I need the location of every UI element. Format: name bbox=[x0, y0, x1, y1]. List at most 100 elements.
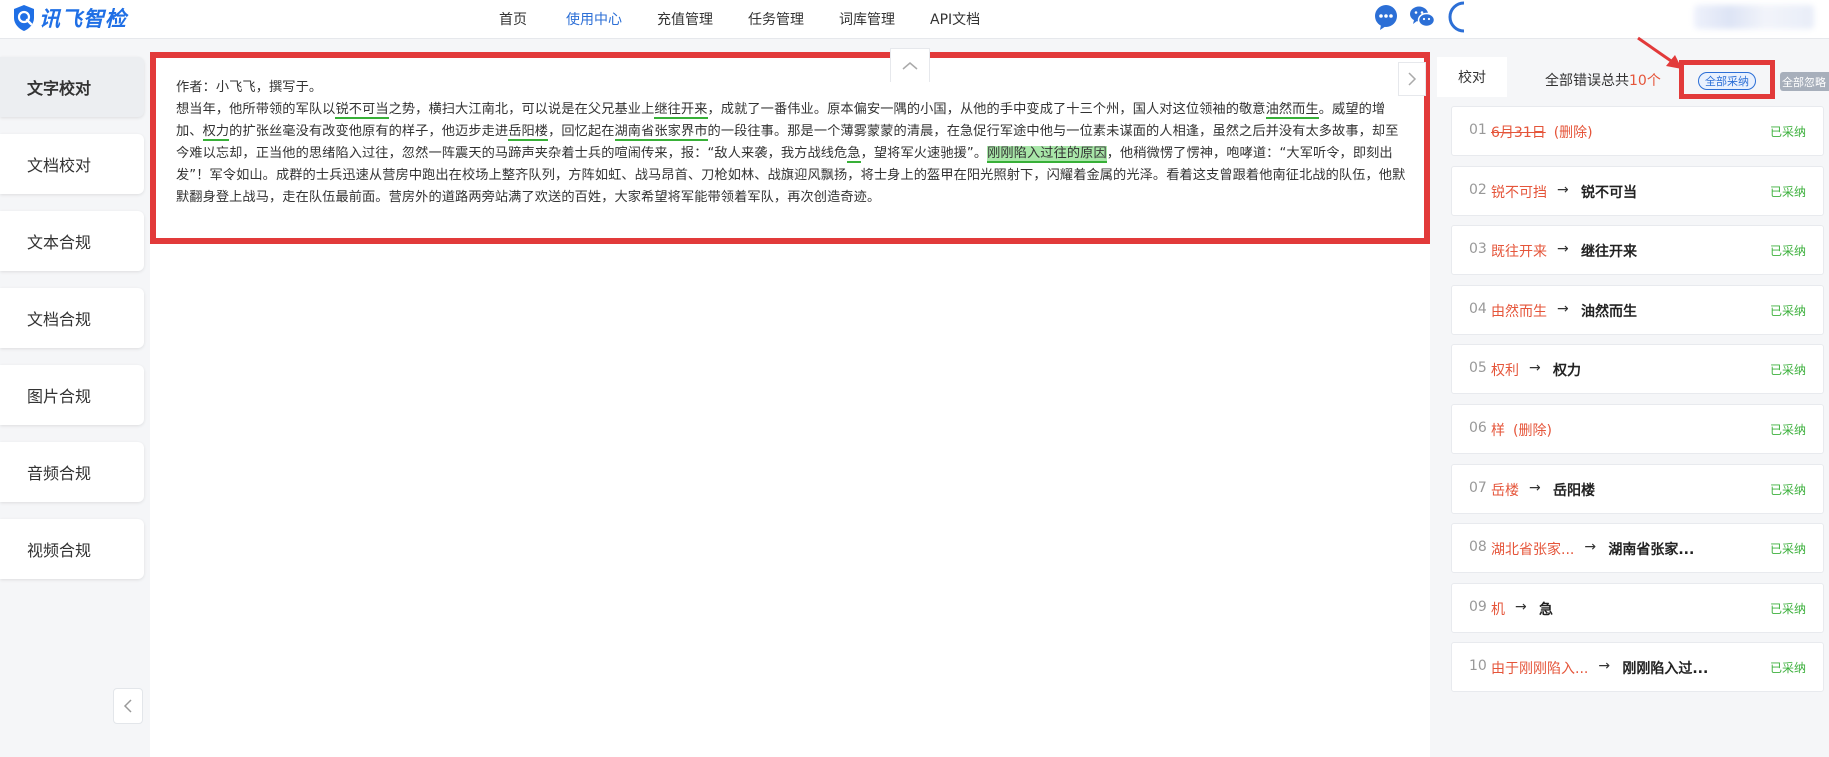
corrected-word[interactable]: 岳阳楼 bbox=[508, 124, 549, 141]
nav-api-docs[interactable]: API文档 bbox=[930, 9, 980, 29]
arrow-right-icon: → bbox=[1514, 598, 1527, 615]
collapse-up-button[interactable] bbox=[890, 48, 930, 82]
chat-bubble-icon[interactable] bbox=[1372, 3, 1400, 31]
error-card[interactable]: 06 样 (删除) 已采纳 bbox=[1451, 404, 1824, 454]
status-badge: 已采纳 bbox=[1769, 482, 1806, 497]
chevron-right-icon bbox=[1408, 72, 1417, 86]
text-editor[interactable]: 作者：小飞飞，撰写于。 想当年，他所带领的军队以锐不可当之势，横扫大江南北，可以说… bbox=[150, 52, 1430, 244]
sidebar-item-video-compliance[interactable]: 视频合规 bbox=[0, 519, 144, 579]
brand-name: 讯飞智检 bbox=[39, 7, 127, 31]
arrow-right-icon: → bbox=[1556, 181, 1569, 198]
sidebar-item-text-compliance[interactable]: 文本合规 bbox=[0, 211, 144, 271]
brand-logo[interactable]: 讯飞智检 bbox=[12, 2, 127, 34]
error-original: 6月31日 bbox=[1491, 125, 1546, 141]
error-card[interactable]: 10 由于刚刚陷入... → 刚刚陷入过... 已采纳 bbox=[1451, 642, 1824, 693]
status-badge: 已采纳 bbox=[1769, 125, 1806, 139]
error-original: 湖北省张家... bbox=[1491, 542, 1575, 559]
sidebar-item-label: 文本合规 bbox=[27, 233, 92, 252]
expand-right-button[interactable] bbox=[1398, 62, 1426, 96]
arrow-right-icon: → bbox=[1528, 479, 1541, 496]
error-number: 05 bbox=[1469, 360, 1487, 377]
text-span: 作者：小飞飞，撰写于。 bbox=[176, 80, 323, 95]
sidebar-item-doc-compliance[interactable]: 文档合规 bbox=[0, 288, 144, 348]
error-card[interactable]: 05 权利 → 权力 已采纳 bbox=[1451, 344, 1824, 395]
error-card[interactable]: 07 岳楼 → 岳阳楼 已采纳 bbox=[1451, 463, 1824, 514]
sidebar-item-text-proofread[interactable]: 文字校对 bbox=[0, 57, 144, 117]
sidebar-item-label: 文字校对 bbox=[27, 79, 92, 98]
error-number: 10 bbox=[1469, 658, 1487, 675]
error-original: 由然而生 bbox=[1491, 303, 1547, 320]
text-span: ，回忆起在 bbox=[548, 124, 615, 139]
error-card[interactable]: 08 湖北省张家... → 湖南省张家... 已采纳 bbox=[1451, 523, 1824, 574]
tab-proofread[interactable]: 校对 bbox=[1437, 57, 1507, 97]
nav-tasks[interactable]: 任务管理 bbox=[748, 9, 804, 29]
error-number: 02 bbox=[1469, 181, 1487, 198]
error-card[interactable]: 03 既往开来 → 继往开来 已采纳 bbox=[1451, 225, 1824, 276]
sidebar-item-audio-compliance[interactable]: 音频合规 bbox=[0, 442, 144, 502]
arrow-right-icon: → bbox=[1528, 360, 1541, 377]
status-badge: 已采纳 bbox=[1769, 303, 1806, 318]
error-number: 08 bbox=[1469, 539, 1487, 556]
error-number: 06 bbox=[1469, 420, 1487, 436]
error-suggestion: 刚刚陷入过... bbox=[1622, 661, 1709, 678]
text-span: 之势，横扫大江南北，可以说是在父兄基业上 bbox=[388, 102, 655, 117]
status-badge: 已采纳 bbox=[1769, 661, 1806, 676]
error-original: 由于刚刚陷入... bbox=[1491, 661, 1589, 678]
editor-content[interactable]: 作者：小飞飞，撰写于。 想当年，他所带领的军队以锐不可当之势，横扫大江南北，可以说… bbox=[176, 77, 1408, 209]
error-total-prefix: 全部错误总共 bbox=[1545, 73, 1629, 89]
tab-proofread-label: 校对 bbox=[1458, 70, 1486, 86]
error-card[interactable]: 01 6月31日 (删除) 已采纳 bbox=[1451, 106, 1824, 156]
error-number: 03 bbox=[1469, 241, 1487, 258]
nav-dictionary[interactable]: 词库管理 bbox=[839, 9, 895, 29]
annotation-arrow-icon bbox=[1637, 36, 1682, 69]
corrected-word[interactable]: 急 bbox=[847, 146, 861, 163]
corrected-word[interactable]: 锐不可当 bbox=[335, 102, 389, 119]
nav-usage-center[interactable]: 使用中心 bbox=[566, 9, 622, 29]
user-name-blurred[interactable] bbox=[1694, 5, 1814, 29]
sidebar-item-label: 文档合规 bbox=[27, 310, 92, 329]
error-suggestion: 岳阳楼 bbox=[1552, 482, 1595, 499]
corrected-word[interactable]: 湖南省张家界市 bbox=[614, 124, 708, 141]
nav-home[interactable]: 首页 bbox=[499, 9, 527, 29]
text-span: 的扩张丝毫没有改变他原有的样子，他迈步走进 bbox=[229, 124, 509, 139]
error-original: 岳楼 bbox=[1491, 482, 1519, 499]
arrow-right-icon: → bbox=[1598, 658, 1611, 675]
error-original: 权利 bbox=[1491, 363, 1519, 380]
error-suggestion: 锐不可当 bbox=[1580, 184, 1637, 201]
highlight-box bbox=[1679, 60, 1775, 99]
error-original: 机 bbox=[1491, 601, 1505, 618]
sidebar-item-doc-proofread[interactable]: 文档校对 bbox=[0, 134, 144, 194]
sidebar-item-label: 音频合规 bbox=[27, 464, 92, 483]
wechat-icon[interactable] bbox=[1408, 3, 1436, 31]
chevron-left-icon bbox=[123, 699, 132, 713]
error-total: 全部错误总共10个 bbox=[1545, 70, 1661, 90]
status-badge: 已采纳 bbox=[1769, 184, 1806, 199]
corrected-word[interactable]: 权力 bbox=[202, 124, 230, 141]
error-suggestion: 继往开来 bbox=[1580, 244, 1637, 261]
error-suggestion: 湖南省张家... bbox=[1608, 542, 1695, 559]
error-number: 07 bbox=[1469, 479, 1487, 496]
ignore-all-button[interactable]: 全部忽略 bbox=[1780, 72, 1829, 91]
selected-correction[interactable]: 刚刚陷入过往的原因 bbox=[987, 146, 1107, 163]
error-original: 锐不可挡 bbox=[1491, 184, 1547, 201]
error-card[interactable]: 09 机 → 急 已采纳 bbox=[1451, 582, 1824, 633]
status-badge: 已采纳 bbox=[1769, 423, 1806, 437]
sidebar-item-label: 视频合规 bbox=[27, 541, 92, 560]
sidebar-item-image-compliance[interactable]: 图片合规 bbox=[0, 365, 144, 425]
nav-recharge[interactable]: 充值管理 bbox=[657, 9, 713, 29]
error-card[interactable]: 02 锐不可挡 → 锐不可当 已采纳 bbox=[1451, 165, 1824, 216]
status-badge: 已采纳 bbox=[1769, 244, 1806, 259]
status-badge: 已采纳 bbox=[1769, 601, 1806, 616]
error-number: 09 bbox=[1469, 598, 1487, 615]
error-card[interactable]: 04 由然而生 → 油然而生 已采纳 bbox=[1451, 284, 1824, 335]
top-nav-bar: 讯飞智检 首页 使用中心 充值管理 任务管理 词库管理 API文档 bbox=[0, 0, 1829, 39]
shield-logo-icon bbox=[14, 5, 34, 31]
status-badge: 已采纳 bbox=[1769, 363, 1806, 378]
corrected-word[interactable]: 油然而生 bbox=[1265, 102, 1319, 119]
user-avatar-icon[interactable] bbox=[1446, 0, 1466, 34]
corrected-word[interactable]: 继往开来 bbox=[654, 102, 708, 119]
error-delete-tag: (删除) bbox=[1553, 125, 1593, 141]
sidebar-collapse-button[interactable] bbox=[113, 688, 143, 724]
error-suggestion: 急 bbox=[1538, 601, 1553, 618]
error-original: 样 bbox=[1491, 423, 1505, 439]
